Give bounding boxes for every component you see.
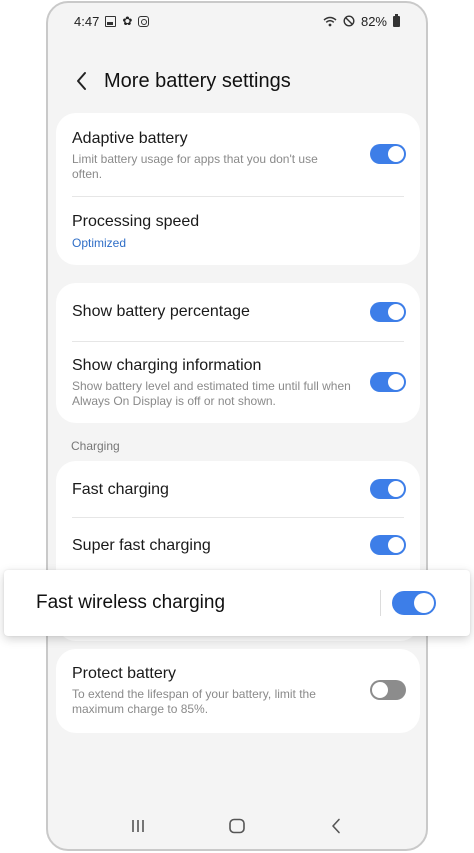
wifi-icon: [323, 16, 337, 26]
settings-card-display: Show battery percentage Show charging in…: [56, 283, 420, 423]
toggle-knob: [388, 146, 404, 162]
processing-speed-row[interactable]: Processing speed Optimized: [56, 197, 420, 265]
fast-wireless-charging-row[interactable]: Fast wireless charging: [4, 570, 470, 636]
toggle-knob: [414, 593, 434, 613]
divider: [380, 590, 381, 616]
navigation-bar: [48, 803, 426, 849]
adaptive-battery-description: Limit battery usage for apps that you do…: [72, 152, 318, 181]
processing-speed-title: Processing speed: [72, 213, 200, 230]
clock: 4:47: [74, 13, 100, 29]
show-battery-percentage-title: Show battery percentage: [72, 303, 250, 320]
show-battery-percentage-toggle[interactable]: [370, 302, 406, 322]
app-bar: More battery settings: [48, 59, 426, 103]
back-button[interactable]: [70, 69, 94, 93]
show-battery-percentage-row[interactable]: Show battery percentage: [56, 283, 420, 340]
recent-apps-icon: [131, 820, 144, 832]
protect-battery-description: To extend the lifespan of your battery, …: [72, 687, 316, 716]
super-fast-charging-toggle[interactable]: [370, 535, 406, 555]
do-not-disturb-icon: [343, 15, 355, 27]
fast-charging-toggle[interactable]: [370, 479, 406, 499]
toggle-knob: [388, 537, 404, 553]
fast-charging-title: Fast charging: [72, 481, 169, 498]
image-icon: [105, 15, 117, 27]
status-bar-left: 4:47 ✿: [74, 13, 150, 29]
fast-charging-row[interactable]: Fast charging: [56, 461, 420, 517]
protect-battery-title: Protect battery: [72, 665, 177, 682]
battery-percent: 82%: [360, 13, 387, 29]
protect-battery-row[interactable]: Protect battery To extend the lifespan o…: [56, 649, 420, 733]
show-charging-information-description: Show battery level and estimated time un…: [72, 379, 351, 408]
show-charging-information-title: Show charging information: [72, 357, 262, 374]
toggle-knob: [388, 304, 404, 320]
battery-icon: [393, 13, 400, 27]
page-title: More battery settings: [104, 69, 291, 92]
show-charging-information-toggle[interactable]: [370, 372, 406, 392]
home-button[interactable]: [217, 811, 257, 841]
super-fast-charging-row[interactable]: Super fast charging: [56, 518, 420, 574]
nav-back-button[interactable]: [316, 811, 356, 841]
status-bar: 4:47 ✿ 82%: [48, 3, 426, 39]
super-fast-charging-title: Super fast charging: [72, 537, 211, 554]
status-bar-right: 82%: [323, 13, 400, 29]
adaptive-battery-title: Adaptive battery: [72, 130, 188, 147]
recent-apps-button[interactable]: [118, 811, 158, 841]
home-icon: [229, 818, 245, 834]
settings-card-protect: Protect battery To extend the lifespan o…: [56, 649, 420, 733]
section-header-charging: Charging: [71, 439, 120, 453]
show-charging-information-row[interactable]: Show charging information Show battery l…: [56, 342, 420, 423]
adaptive-battery-toggle[interactable]: [370, 144, 406, 164]
toggle-knob: [388, 374, 404, 390]
fast-wireless-charging-toggle[interactable]: [392, 591, 436, 615]
phone-frame: 4:47 ✿ 82% More battery settings Adaptiv…: [46, 1, 428, 851]
protect-battery-toggle[interactable]: [370, 680, 406, 700]
back-icon: [332, 818, 341, 834]
settings-gear-icon: ✿: [122, 13, 133, 28]
instagram-icon: [138, 15, 150, 27]
fast-wireless-charging-title: Fast wireless charging: [36, 592, 226, 613]
toggle-knob: [388, 481, 404, 497]
adaptive-battery-row[interactable]: Adaptive battery Limit battery usage for…: [56, 113, 420, 195]
chevron-left-icon: [77, 72, 86, 90]
processing-speed-value: Optimized: [72, 236, 127, 250]
settings-card-battery: Adaptive battery Limit battery usage for…: [56, 113, 420, 265]
toggle-knob: [372, 682, 388, 698]
